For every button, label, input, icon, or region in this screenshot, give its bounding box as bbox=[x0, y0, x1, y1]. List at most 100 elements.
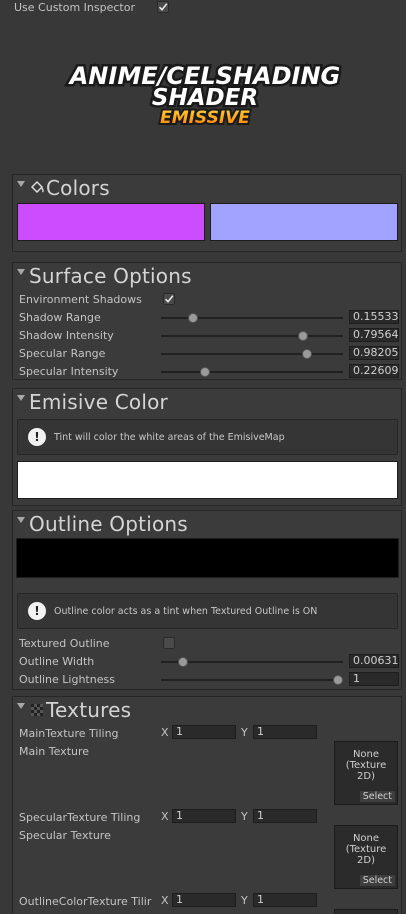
main-texture-tiling-x-field[interactable]: 1 bbox=[172, 725, 236, 739]
main-texture-tiling-row: MainTexture Tiling bbox=[19, 725, 119, 741]
outline-width-slider-thumb[interactable] bbox=[178, 657, 189, 667]
surface-slider-thumb[interactable] bbox=[199, 367, 210, 377]
foldout-triangle-icon bbox=[17, 181, 25, 187]
tiling-x-label: X bbox=[161, 810, 169, 823]
emisive-color-swatch[interactable] bbox=[17, 461, 398, 499]
main-texture-select-button[interactable]: Select bbox=[358, 790, 396, 803]
use-custom-inspector-label: Use Custom Inspector bbox=[14, 1, 135, 14]
surface-options-section: Surface Options Environment Shadows Shad… bbox=[12, 262, 402, 380]
outline-color-texture-slot[interactable] bbox=[334, 909, 398, 914]
outline-help-box: ! Outline color acts as a tint when Text… bbox=[17, 593, 398, 629]
texture-slot-text-line: None bbox=[352, 749, 380, 760]
tiling-y-label: Y bbox=[241, 726, 248, 739]
surface-slider-row: Specular Intensity bbox=[19, 363, 118, 379]
outline-lightness-label: Outline Lightness bbox=[19, 672, 115, 686]
texture-slot-text-line: (Texture bbox=[345, 844, 387, 855]
colors-title: Colors bbox=[46, 176, 110, 200]
outline-color-texture-tiling-row: OutlineColorTexture Tilir bbox=[19, 893, 151, 909]
surface-options-title: Surface Options bbox=[29, 264, 192, 288]
environment-shadows-label: Environment Shadows bbox=[19, 292, 142, 306]
environment-shadows-row: Environment Shadows bbox=[19, 291, 142, 307]
tiling-x-label: X bbox=[161, 726, 169, 739]
colors-section: Colors bbox=[12, 174, 402, 252]
main-texture-label: Main Texture bbox=[19, 744, 90, 758]
texture-slot-text-line: None bbox=[352, 833, 380, 844]
specular-texture-tiling-row: SpecularTexture Tiling bbox=[19, 809, 140, 825]
surface-slider-row: Shadow Intensity bbox=[19, 327, 114, 343]
tiling-y-label: Y bbox=[241, 810, 248, 823]
surface-slider-thumb[interactable] bbox=[297, 331, 308, 341]
emisive-color-header[interactable]: Emisive Color bbox=[17, 389, 168, 415]
surface-slider-track[interactable] bbox=[161, 371, 343, 373]
surface-slider-row: Shadow Range bbox=[19, 309, 101, 325]
surface-slider-value-field[interactable]: 0.98205 bbox=[349, 346, 399, 360]
main-texture-row: Main Texture bbox=[19, 743, 89, 759]
textured-outline-checkbox[interactable] bbox=[163, 637, 175, 649]
outline-color-texture-tiling-y-field[interactable]: 1 bbox=[253, 893, 317, 907]
outline-options-section: Outline Options ! Outline color acts as … bbox=[12, 510, 402, 690]
texture-slot-text-line: 2D) bbox=[357, 771, 375, 782]
outline-options-header[interactable]: Outline Options bbox=[17, 511, 188, 537]
specular-texture-label: Specular Texture bbox=[19, 828, 111, 842]
surface-slider-track[interactable] bbox=[161, 353, 343, 355]
outline-lightness-row: Outline Lightness bbox=[19, 671, 115, 687]
outline-width-field[interactable]: 0.00631 bbox=[349, 654, 399, 668]
texture-slot-text-line: 2D) bbox=[357, 855, 375, 866]
textures-section: Textures MainTexture Tiling X 1 Y 1 Main… bbox=[12, 696, 402, 914]
outline-color-swatch[interactable] bbox=[16, 538, 399, 578]
foldout-triangle-icon bbox=[17, 395, 25, 401]
specular-texture-tiling-label: SpecularTexture Tiling bbox=[19, 810, 141, 824]
specular-texture-tiling-x-field[interactable]: 1 bbox=[172, 809, 236, 823]
specular-texture-tiling-y-field[interactable]: 1 bbox=[253, 809, 317, 823]
texture-checker-icon bbox=[31, 704, 43, 716]
surface-slider-track[interactable] bbox=[161, 335, 343, 337]
outline-color-texture-tiling-x-field[interactable]: 1 bbox=[172, 893, 236, 907]
specular-texture-select-button[interactable]: Select bbox=[358, 874, 396, 887]
svg-text:EMISSIVE: EMISSIVE bbox=[160, 108, 250, 128]
emisive-color-title: Emisive Color bbox=[29, 390, 168, 414]
surface-slider-thumb[interactable] bbox=[187, 313, 198, 323]
colors-header[interactable]: Colors bbox=[17, 175, 110, 201]
texture-slot-text-line: (Texture bbox=[345, 760, 387, 771]
surface-slider-label: Specular Range bbox=[19, 346, 106, 360]
surface-slider-value-field[interactable]: 0.79564 bbox=[349, 328, 399, 342]
surface-slider-thumb[interactable] bbox=[302, 349, 313, 359]
outline-options-title: Outline Options bbox=[29, 512, 188, 536]
outline-help-text: Outline color acts as a tint when Textur… bbox=[54, 605, 318, 617]
color-swatch-right[interactable] bbox=[210, 203, 398, 241]
info-icon: ! bbox=[28, 602, 46, 620]
outline-lightness-slider-thumb[interactable] bbox=[333, 675, 343, 685]
textured-outline-label: Textured Outline bbox=[19, 636, 110, 650]
paint-bucket-icon bbox=[31, 181, 44, 193]
environment-shadows-checkbox[interactable] bbox=[163, 293, 175, 305]
surface-slider-label: Specular Intensity bbox=[19, 364, 119, 378]
checkmark-icon bbox=[164, 295, 174, 303]
use-custom-inspector-checkbox[interactable] bbox=[157, 1, 169, 13]
outline-lightness-slider-track[interactable] bbox=[161, 679, 343, 681]
main-texture-slot[interactable]: None (Texture 2D) Select bbox=[334, 741, 398, 805]
color-swatch-left[interactable] bbox=[17, 203, 205, 241]
emisive-help-box: ! Tint will color the white areas of the… bbox=[17, 419, 398, 455]
surface-options-header[interactable]: Surface Options bbox=[17, 263, 192, 289]
surface-slider-row: Specular Range bbox=[19, 345, 105, 361]
checkmark-icon bbox=[158, 3, 168, 11]
emisive-help-text: Tint will color the white areas of the E… bbox=[54, 431, 285, 443]
emisive-color-section: Emisive Color ! Tint will color the whit… bbox=[12, 388, 402, 506]
textures-header[interactable]: Textures bbox=[17, 697, 131, 723]
main-texture-tiling-y-field[interactable]: 1 bbox=[253, 725, 317, 739]
tiling-y-label: Y bbox=[241, 894, 248, 907]
outline-width-label: Outline Width bbox=[19, 654, 95, 668]
surface-slider-value-field[interactable]: 0.22609 bbox=[349, 364, 399, 378]
outline-width-row: Outline Width bbox=[19, 653, 94, 669]
surface-slider-label: Shadow Intensity bbox=[19, 328, 114, 342]
foldout-triangle-icon bbox=[17, 517, 25, 523]
specular-texture-row: Specular Texture bbox=[19, 827, 111, 843]
surface-slider-value-field[interactable]: 0.15533 bbox=[349, 310, 399, 324]
specular-texture-slot[interactable]: None (Texture 2D) Select bbox=[334, 825, 398, 889]
outline-lightness-field[interactable]: 1 bbox=[349, 672, 399, 686]
tiling-x-label: X bbox=[161, 894, 169, 907]
foldout-triangle-icon bbox=[17, 269, 25, 275]
outline-width-slider-track[interactable] bbox=[161, 661, 343, 663]
info-icon: ! bbox=[28, 428, 46, 446]
surface-slider-label: Shadow Range bbox=[19, 310, 101, 324]
